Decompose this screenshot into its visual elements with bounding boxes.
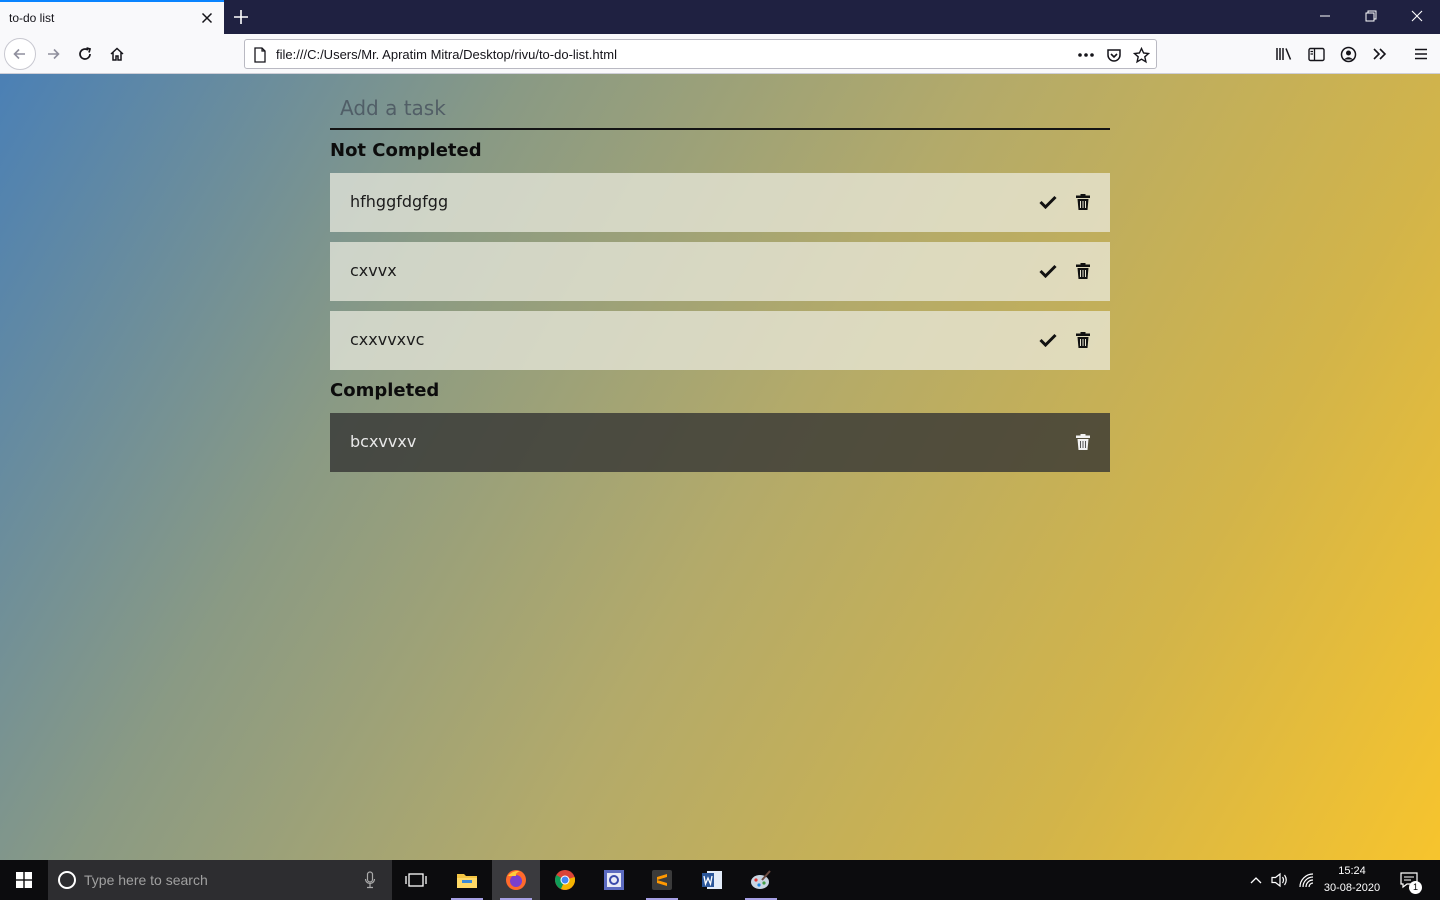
chrome-icon[interactable] bbox=[541, 860, 589, 900]
reload-icon[interactable] bbox=[69, 38, 101, 70]
account-icon[interactable] bbox=[1337, 43, 1359, 65]
minimize-icon[interactable] bbox=[1302, 0, 1348, 32]
clock-date: 30-08-2020 bbox=[1323, 882, 1381, 894]
new-tab-icon[interactable] bbox=[230, 6, 252, 28]
completed-heading: Completed bbox=[330, 380, 440, 401]
dev-tool-app-icon[interactable] bbox=[590, 860, 638, 900]
back-icon[interactable] bbox=[4, 38, 36, 70]
browser-tab[interactable]: to-do list bbox=[0, 0, 224, 34]
paint-app-icon[interactable] bbox=[737, 860, 785, 900]
close-tab-icon[interactable] bbox=[198, 9, 216, 27]
taskbar: Type here to search 15:24 30-08-2020 1 bbox=[0, 860, 1440, 900]
complete-check-icon[interactable] bbox=[1037, 329, 1059, 351]
notification-badge: 1 bbox=[1409, 881, 1422, 894]
browser-nav-bar: file:///C:/Users/Mr. Apratim Mitra/Deskt… bbox=[0, 34, 1440, 74]
cortana-icon bbox=[57, 870, 77, 894]
task-text: cxvvx bbox=[350, 261, 397, 280]
tab-title: to-do list bbox=[9, 11, 55, 25]
sublime-text-icon[interactable] bbox=[638, 860, 686, 900]
sidebar-icon[interactable] bbox=[1305, 43, 1327, 65]
completed-task-item: bcxvvxv bbox=[330, 413, 1110, 472]
url-text[interactable]: file:///C:/Users/Mr. Apratim Mitra/Deskt… bbox=[276, 47, 617, 62]
not-completed-heading: Not Completed bbox=[330, 140, 482, 161]
word-icon[interactable] bbox=[688, 860, 736, 900]
task-text: bcxvvxv bbox=[350, 432, 417, 451]
library-icon[interactable] bbox=[1273, 43, 1295, 65]
close-window-icon[interactable] bbox=[1394, 0, 1440, 32]
forward-icon[interactable] bbox=[37, 38, 69, 70]
file-explorer-icon[interactable] bbox=[443, 860, 491, 900]
show-hidden-icons-icon[interactable] bbox=[1246, 860, 1266, 900]
action-center-icon[interactable]: 1 bbox=[1396, 860, 1422, 900]
delete-trash-icon[interactable] bbox=[1072, 329, 1094, 351]
delete-trash-icon[interactable] bbox=[1072, 431, 1094, 453]
windows-start-icon[interactable] bbox=[0, 860, 48, 900]
wifi-icon[interactable] bbox=[1296, 860, 1316, 900]
address-bar[interactable]: file:///C:/Users/Mr. Apratim Mitra/Deskt… bbox=[244, 39, 1157, 69]
page-icon bbox=[250, 45, 270, 65]
page-viewport: Not Completed hfhggfdgfgg cxvvx cxxvvxvc bbox=[0, 74, 1440, 860]
home-icon[interactable] bbox=[101, 38, 133, 70]
restore-icon[interactable] bbox=[1348, 0, 1394, 32]
delete-trash-icon[interactable] bbox=[1072, 191, 1094, 213]
task-text: cxxvvxvc bbox=[350, 330, 425, 349]
taskbar-search-box[interactable]: Type here to search bbox=[48, 860, 392, 900]
task-view-icon[interactable] bbox=[392, 860, 440, 900]
clock-time: 15:24 bbox=[1338, 865, 1366, 877]
bookmark-star-icon[interactable] bbox=[1131, 45, 1151, 65]
task-item: hfhggfdgfgg bbox=[330, 173, 1110, 232]
page-actions-icon[interactable] bbox=[1076, 45, 1096, 65]
task-item: cxxvvxvc bbox=[330, 311, 1110, 370]
task-text: hfhggfdgfgg bbox=[350, 192, 449, 211]
task-item: cxvvx bbox=[330, 242, 1110, 301]
delete-trash-icon[interactable] bbox=[1072, 260, 1094, 282]
menu-icon[interactable] bbox=[1410, 43, 1432, 65]
microphone-icon[interactable] bbox=[364, 871, 376, 893]
volume-icon[interactable] bbox=[1270, 860, 1290, 900]
complete-check-icon[interactable] bbox=[1037, 191, 1059, 213]
firefox-icon[interactable] bbox=[492, 860, 540, 900]
overflow-chevron-icon[interactable] bbox=[1369, 43, 1391, 65]
add-task-input[interactable] bbox=[330, 88, 1110, 130]
taskbar-clock[interactable]: 15:24 30-08-2020 bbox=[1318, 863, 1386, 897]
search-placeholder: Type here to search bbox=[84, 872, 208, 888]
pocket-icon[interactable] bbox=[1104, 45, 1124, 65]
complete-check-icon[interactable] bbox=[1037, 260, 1059, 282]
browser-tab-strip: to-do list bbox=[0, 0, 1440, 34]
